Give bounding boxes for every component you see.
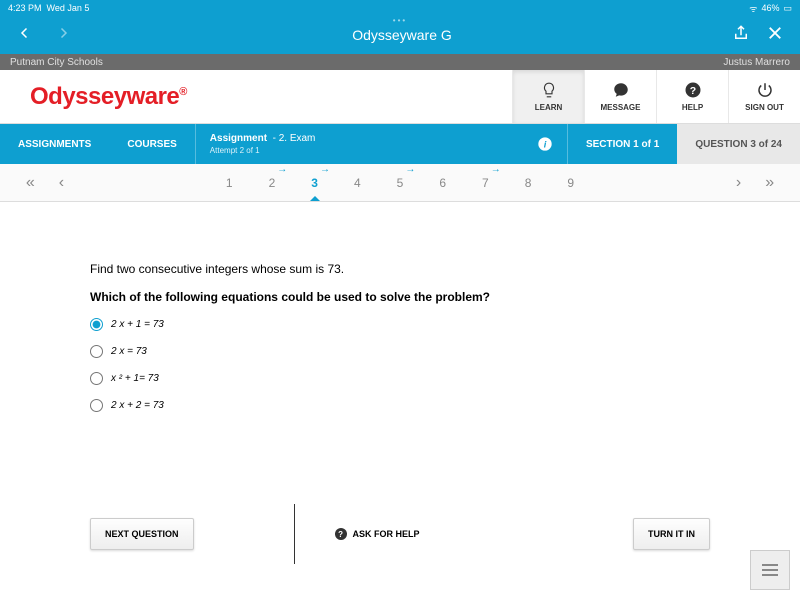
pager-first-icon[interactable]: « (26, 174, 35, 192)
question-pager: « ‹ 1 2→ 3→ 4 5→ 6 7→ 89 › » (0, 164, 800, 202)
answer-text: 2 x + 2 = 73 (111, 400, 164, 411)
district-name: Putnam City Schools (10, 57, 103, 68)
wifi-icon: ᯤ (749, 2, 757, 15)
question-indicator: QUESTION 3 of 24 (677, 124, 800, 164)
answer-option-0[interactable]: 2 x + 1 = 73 (90, 318, 710, 331)
message-button[interactable]: MESSAGE (584, 70, 656, 123)
bottom-bar: NEXT QUESTION ? ASK FOR HELP TURN IT IN (0, 504, 800, 564)
pager-last-icon[interactable]: » (765, 174, 774, 192)
pager-num-3[interactable]: 3→ (307, 166, 322, 200)
pager-next-icon[interactable]: › (736, 174, 741, 192)
courses-tab[interactable]: COURSES (109, 124, 194, 164)
pager-num-5[interactable]: 5→ (393, 166, 408, 200)
hamburger-icon (762, 564, 778, 576)
app-header: Odysseyware® LEARN MESSAGE ? HELP SIGN O… (0, 70, 800, 124)
answer-text: 2 x + 1 = 73 (111, 319, 164, 330)
svg-text:i: i (544, 139, 547, 149)
answer-radio-0[interactable] (90, 318, 103, 331)
battery-icon: ▭ (783, 3, 792, 14)
ios-date: Wed Jan 5 (47, 3, 90, 13)
svg-text:?: ? (689, 85, 695, 97)
answer-radio-3[interactable] (90, 399, 103, 412)
assignment-bar: ASSIGNMENTS COURSES Assignment - 2. Exam… (0, 124, 800, 164)
pager-num-9[interactable]: 9 (563, 166, 578, 200)
answer-text: 2 x = 73 (111, 346, 147, 357)
brand-logo: Odysseyware® (30, 83, 187, 111)
pager-num-2[interactable]: 2→ (265, 166, 280, 200)
section-indicator: SECTION 1 of 1 (567, 124, 677, 164)
pager-num-8[interactable]: 8 (521, 166, 536, 200)
answer-radio-1[interactable] (90, 345, 103, 358)
answer-option-2[interactable]: x ² + 1= 73 (90, 372, 710, 385)
close-icon[interactable] (766, 24, 784, 47)
ios-multitask-dots[interactable]: ••• (393, 16, 407, 25)
info-icon[interactable]: i (523, 124, 567, 164)
pager-num-1[interactable]: 1 (222, 166, 237, 200)
assignments-tab[interactable]: ASSIGNMENTS (0, 124, 109, 164)
ios-time: 4:23 PM (8, 3, 42, 13)
help-icon: ? (335, 528, 347, 540)
question-line-2: Which of the following equations could b… (90, 290, 710, 304)
assignment-info: Assignment - 2. Exam Attempt 2 of 1 (196, 124, 330, 164)
question-line-1: Find two consecutive integers whose sum … (90, 262, 710, 276)
share-icon[interactable] (732, 24, 750, 47)
answer-option-3[interactable]: 2 x + 2 = 73 (90, 399, 710, 412)
ios-status-bar: 4:23 PM Wed Jan 5 ᯤ 46% ▭ (0, 0, 800, 16)
answer-option-1[interactable]: 2 x = 73 (90, 345, 710, 358)
next-question-button[interactable]: NEXT QUESTION (90, 518, 194, 550)
help-button[interactable]: ? HELP (656, 70, 728, 123)
pager-num-7[interactable]: 7→ (478, 166, 493, 200)
forward-icon[interactable] (54, 24, 72, 47)
user-name: Justus Marrero (723, 57, 790, 68)
page-title: Odysseyware G (352, 27, 452, 43)
power-icon (756, 81, 774, 99)
pager-num-4[interactable]: 4 (350, 166, 365, 200)
chat-icon (612, 81, 630, 99)
menu-fab[interactable] (750, 550, 790, 590)
signout-button[interactable]: SIGN OUT (728, 70, 800, 123)
ask-for-help-button[interactable]: ? ASK FOR HELP (335, 528, 420, 540)
pager-num-6[interactable]: 6 (435, 166, 450, 200)
answer-text: x ² + 1= 73 (111, 373, 159, 384)
school-bar: Putnam City Schools Justus Marrero (0, 54, 800, 70)
back-icon[interactable] (16, 24, 34, 47)
learn-button[interactable]: LEARN (512, 70, 584, 123)
help-icon: ? (684, 81, 702, 99)
battery-percent: 46% (761, 3, 779, 13)
question-content: Find two consecutive integers whose sum … (0, 202, 800, 412)
lightbulb-icon (540, 81, 558, 99)
answer-radio-2[interactable] (90, 372, 103, 385)
pager-prev-icon[interactable]: ‹ (59, 174, 64, 192)
turn-it-in-button[interactable]: TURN IT IN (633, 518, 710, 550)
